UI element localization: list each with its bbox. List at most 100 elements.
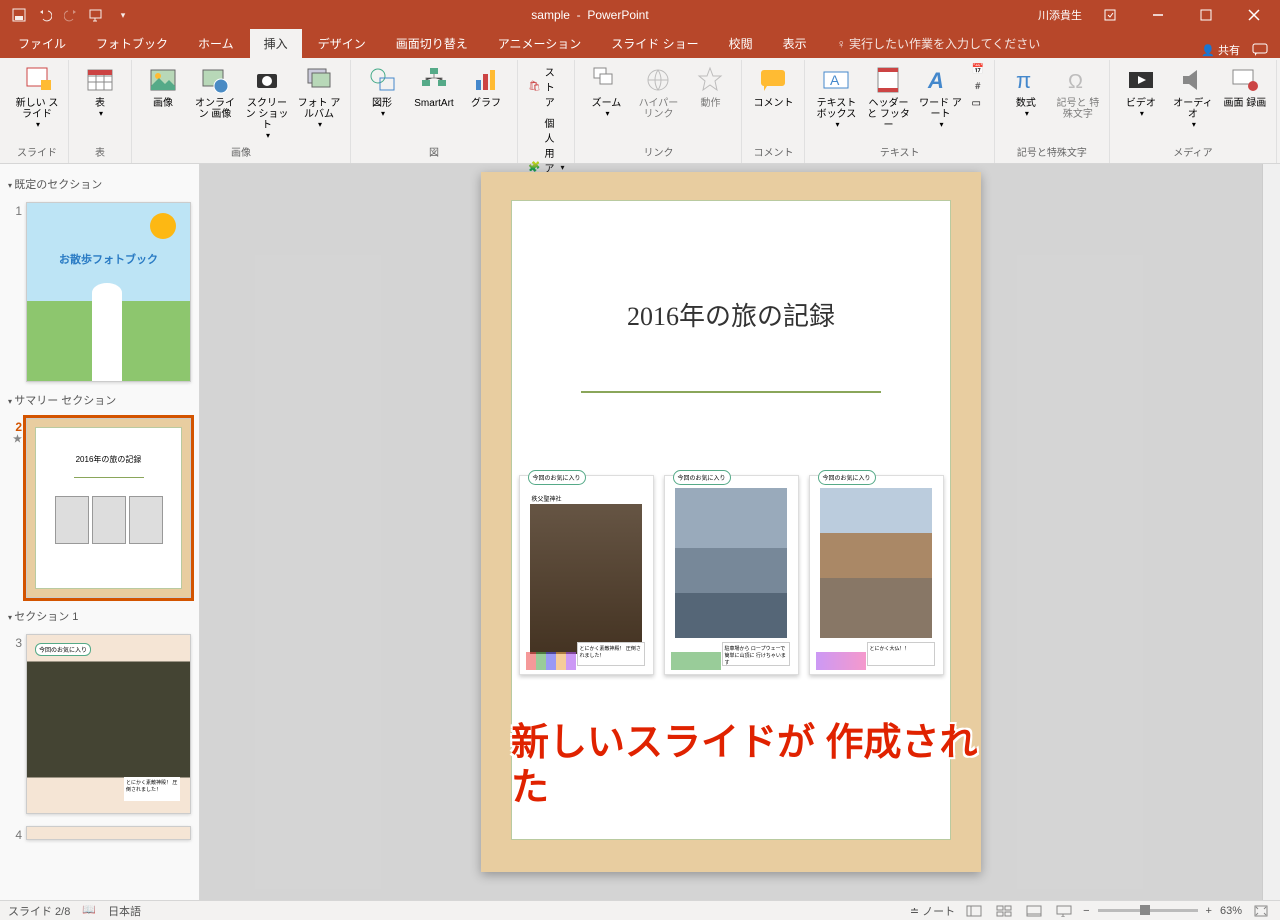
date-icon: 📅 bbox=[971, 64, 983, 75]
slide-thumb-4[interactable]: 4 bbox=[6, 820, 193, 842]
spellcheck-icon[interactable]: 📖 bbox=[82, 903, 96, 919]
zoom-slider[interactable] bbox=[1098, 909, 1198, 912]
equation-icon: π bbox=[1010, 64, 1042, 96]
comment-icon bbox=[757, 64, 789, 96]
wordart-icon: A bbox=[924, 64, 956, 96]
action-button[interactable]: 動作 bbox=[685, 62, 735, 138]
zoom-level[interactable]: 63% bbox=[1220, 905, 1242, 917]
tab-insert[interactable]: 挿入 bbox=[250, 29, 302, 58]
comments-icon[interactable] bbox=[1252, 43, 1268, 57]
audio-icon bbox=[1177, 64, 1209, 96]
tab-photobook[interactable]: フォトブック bbox=[82, 29, 182, 58]
section-1[interactable]: セクション 1 bbox=[6, 604, 193, 628]
slide-number-button[interactable]: #️ bbox=[967, 79, 987, 94]
normal-view-icon[interactable] bbox=[963, 903, 985, 919]
object-button[interactable]: ▭ bbox=[967, 96, 987, 111]
tab-file[interactable]: ファイル bbox=[4, 29, 80, 58]
pictures-button[interactable]: 画像 bbox=[138, 62, 188, 138]
window-title: sample - PowerPoint bbox=[142, 8, 1038, 22]
symbol-button[interactable]: Ω記号と 特殊文字 bbox=[1053, 62, 1103, 138]
statusbar: スライド 2/8 📖 日本語 ≐ ノート − + 63% bbox=[0, 900, 1280, 920]
slide-indicator[interactable]: スライド 2/8 bbox=[8, 903, 70, 919]
sorter-view-icon[interactable] bbox=[993, 903, 1015, 919]
zoom-in-icon[interactable]: + bbox=[1206, 905, 1212, 917]
ribbon: 新しい スライド スライド 表 表 画像 オンライン 画像 スクリーン ショット… bbox=[0, 58, 1280, 164]
vertical-scrollbar[interactable] bbox=[1262, 164, 1280, 900]
action-icon bbox=[694, 64, 726, 96]
table-icon bbox=[84, 64, 116, 96]
store-button[interactable]: 🛍ストア bbox=[524, 62, 568, 111]
reading-view-icon[interactable] bbox=[1023, 903, 1045, 919]
new-slide-button[interactable]: 新しい スライド bbox=[12, 62, 62, 138]
share-button[interactable]: 👤 共有 bbox=[1201, 42, 1240, 58]
slideshow-view-icon[interactable] bbox=[1053, 903, 1075, 919]
textbox-icon: A bbox=[820, 64, 852, 96]
hyperlink-button[interactable]: ハイパーリンク bbox=[633, 62, 683, 138]
zoom-icon bbox=[590, 64, 622, 96]
zoom-button[interactable]: ズーム bbox=[581, 62, 631, 138]
video-button[interactable]: ビデオ bbox=[1116, 62, 1166, 138]
screenshot-button[interactable]: スクリーン ショット bbox=[242, 62, 292, 142]
screen-rec-icon bbox=[1229, 64, 1261, 96]
user-name[interactable]: 川添貴生 bbox=[1038, 7, 1082, 23]
photo-card-1[interactable]: 秩父聖神社 とにかく素敵神殿！ 圧倒されました！ bbox=[519, 475, 654, 675]
slide-thumbnails[interactable]: 既定のセクション 1 お散歩フォトブック サマリー セクション 2★ 2016年… bbox=[0, 164, 200, 900]
titlebar: ▾ sample - PowerPoint 川添貴生 bbox=[0, 0, 1280, 30]
close-icon[interactable] bbox=[1234, 0, 1274, 30]
qat-more-icon[interactable]: ▾ bbox=[112, 4, 134, 26]
photo-album-icon bbox=[303, 64, 335, 96]
chart-button[interactable]: グラフ bbox=[461, 62, 511, 138]
maximize-icon[interactable] bbox=[1186, 0, 1226, 30]
object-icon: ▭ bbox=[971, 98, 980, 109]
tab-view[interactable]: 表示 bbox=[769, 29, 821, 58]
shapes-button[interactable]: 図形 bbox=[357, 62, 407, 138]
store-icon: 🛍 bbox=[528, 81, 541, 92]
slide: 2016年の旅の記録 秩父聖神社 とにかく素敵神殿！ 圧倒されました！ あいにく… bbox=[481, 172, 981, 872]
redo-icon[interactable] bbox=[60, 4, 82, 26]
annotation-overlay: 新しいスライドが 作成された bbox=[511, 721, 981, 812]
tab-slideshow[interactable]: スライド ショー bbox=[597, 29, 712, 58]
slide-title[interactable]: 2016年の旅の記録 bbox=[627, 296, 835, 333]
smartart-button[interactable]: SmartArt bbox=[409, 62, 459, 138]
undo-icon[interactable] bbox=[34, 4, 56, 26]
slide-thumb-1[interactable]: 1 お散歩フォトブック bbox=[6, 196, 193, 388]
tab-animations[interactable]: アニメーション bbox=[484, 29, 596, 58]
language-indicator[interactable]: 日本語 bbox=[108, 903, 141, 919]
notes-button[interactable]: ≐ ノート bbox=[910, 903, 955, 919]
symbol-icon: Ω bbox=[1062, 64, 1094, 96]
fit-to-window-icon[interactable] bbox=[1250, 903, 1272, 919]
ribbon-options-icon[interactable] bbox=[1090, 0, 1130, 30]
photo-card-2[interactable]: あいにくの天気 でしたが、精進 はロープウェイ で行きました 駐車場から ロープ… bbox=[664, 475, 799, 675]
start-from-beginning-icon[interactable] bbox=[86, 4, 108, 26]
save-icon[interactable] bbox=[8, 4, 30, 26]
screenshot-icon bbox=[251, 64, 283, 96]
tab-home[interactable]: ホーム bbox=[184, 29, 248, 58]
date-time-button[interactable]: 📅 bbox=[967, 62, 987, 77]
header-footer-button[interactable]: ヘッダーと フッター bbox=[863, 62, 913, 138]
equation-button[interactable]: π数式 bbox=[1001, 62, 1051, 138]
zoom-out-icon[interactable]: − bbox=[1083, 905, 1089, 917]
svg-text:Ω: Ω bbox=[1068, 71, 1083, 93]
tab-review[interactable]: 校閲 bbox=[715, 29, 767, 58]
online-pictures-icon bbox=[199, 64, 231, 96]
screen-recording-button[interactable]: 画面 録画 bbox=[1220, 62, 1270, 138]
tell-me[interactable]: ♀ 実行したい作業を入力してください bbox=[823, 29, 1055, 58]
section-default[interactable]: 既定のセクション bbox=[6, 172, 193, 196]
slide-thumb-2[interactable]: 2★ 2016年の旅の記録 bbox=[6, 412, 193, 604]
comment-button[interactable]: コメント bbox=[748, 62, 798, 138]
workspace: 既定のセクション 1 お散歩フォトブック サマリー セクション 2★ 2016年… bbox=[0, 164, 1280, 900]
photo-album-button[interactable]: フォト アルバム bbox=[294, 62, 344, 138]
shapes-icon bbox=[366, 64, 398, 96]
slide-canvas[interactable]: 2016年の旅の記録 秩父聖神社 とにかく素敵神殿！ 圧倒されました！ あいにく… bbox=[200, 164, 1262, 900]
audio-button[interactable]: オーディオ bbox=[1168, 62, 1218, 138]
online-pictures-button[interactable]: オンライン 画像 bbox=[190, 62, 240, 138]
tab-design[interactable]: デザイン bbox=[304, 29, 380, 58]
photo-card-3[interactable]: 奈良は紅葉がき れいでした とにかく大仏！！ bbox=[809, 475, 944, 675]
tab-transitions[interactable]: 画面切り替え bbox=[382, 29, 482, 58]
slide-thumb-3[interactable]: 3 今回のお気に入り とにかく素敵神殿！ 圧倒されました！ bbox=[6, 628, 193, 820]
table-button[interactable]: 表 bbox=[75, 62, 125, 138]
wordart-button[interactable]: Aワード アート bbox=[915, 62, 965, 138]
minimize-icon[interactable] bbox=[1138, 0, 1178, 30]
section-summary[interactable]: サマリー セクション bbox=[6, 388, 193, 412]
textbox-button[interactable]: Aテキスト ボックス bbox=[811, 62, 861, 138]
